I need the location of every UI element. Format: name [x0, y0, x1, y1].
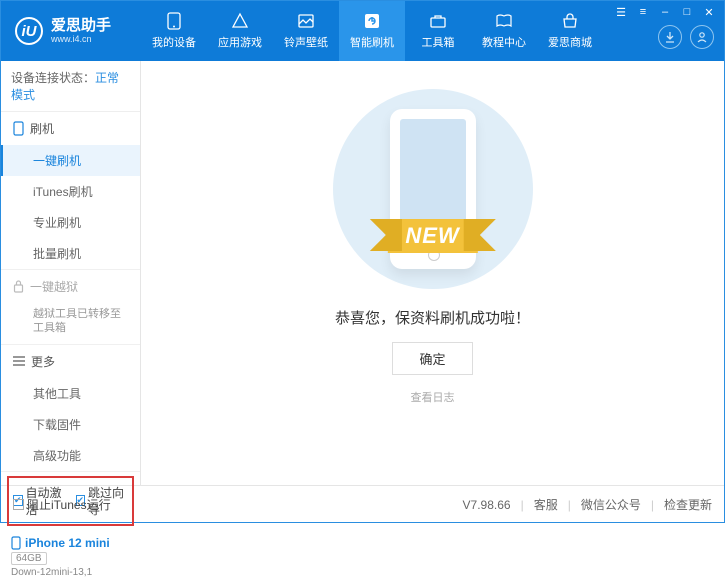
- brand-url: www.i4.cn: [51, 34, 111, 44]
- download-button[interactable]: [658, 25, 682, 49]
- apps-icon: [230, 12, 250, 30]
- nav-label: 爱思商城: [548, 34, 592, 50]
- nav-ringtone-wallpaper[interactable]: 铃声壁纸: [273, 1, 339, 61]
- account-button[interactable]: [690, 25, 714, 49]
- device-model: Down-12mini-13,1: [11, 567, 130, 578]
- wechat-link[interactable]: 微信公众号: [581, 496, 641, 513]
- connection-status: 设备连接状态：正常模式: [1, 61, 140, 112]
- settings-icon[interactable]: ≡: [634, 5, 652, 19]
- store-icon: [560, 12, 580, 30]
- nav-label: 智能刷机: [350, 34, 394, 50]
- minimize-button[interactable]: –: [656, 5, 674, 19]
- titlebar: iU 爱思助手 www.i4.cn 我的设备 应用游戏 铃声壁纸 智能刷机 工具…: [1, 1, 724, 61]
- nav-tutorials[interactable]: 教程中心: [471, 1, 537, 61]
- group-title: 更多: [31, 353, 55, 370]
- device-panel[interactable]: iPhone 12 mini 64GB Down-12mini-13,1: [1, 530, 140, 584]
- wallpaper-icon: [296, 12, 316, 30]
- ok-button[interactable]: 确定: [392, 342, 472, 375]
- sidebar-group-jailbreak: 一键越狱: [1, 270, 140, 303]
- sidebar: 设备连接状态：正常模式 刷机 一键刷机 iTunes刷机 专业刷机 批量刷机 一…: [1, 61, 141, 485]
- device-name: iPhone 12 mini: [25, 536, 110, 550]
- flash-icon: [362, 12, 382, 30]
- nav-store[interactable]: 爱思商城: [537, 1, 603, 61]
- support-link[interactable]: 客服: [534, 496, 558, 513]
- brand: iU 爱思助手 www.i4.cn: [1, 17, 141, 45]
- menu-icon[interactable]: ☰: [612, 5, 630, 19]
- version-label: V7.98.66: [463, 498, 511, 512]
- close-button[interactable]: ✕: [700, 5, 718, 19]
- book-icon: [494, 12, 514, 30]
- sidebar-item-advanced[interactable]: 高级功能: [1, 440, 140, 471]
- group-title: 刷机: [30, 120, 54, 137]
- sidebar-item-download-firmware[interactable]: 下载固件: [1, 409, 140, 440]
- list-icon: [13, 356, 25, 367]
- view-log-link[interactable]: 查看日志: [411, 389, 455, 405]
- sidebar-item-other-tools[interactable]: 其他工具: [1, 378, 140, 409]
- nav-label: 铃声壁纸: [284, 34, 328, 50]
- sidebar-item-oneclick-flash[interactable]: 一键刷机: [1, 145, 140, 176]
- nav-toolbox[interactable]: 工具箱: [405, 1, 471, 61]
- group-title: 一键越狱: [30, 278, 78, 295]
- lock-icon: [13, 280, 24, 293]
- phone-icon: [164, 12, 184, 30]
- brand-title: 爱思助手: [51, 18, 111, 35]
- connection-label: 设备连接状态：: [11, 71, 95, 85]
- checkbox-block-itunes[interactable]: ✔阻止iTunes运行: [13, 496, 111, 513]
- phone-icon: [13, 121, 24, 136]
- nav-label: 我的设备: [152, 34, 196, 50]
- maximize-button[interactable]: □: [678, 5, 696, 19]
- jailbreak-note: 越狱工具已转移至工具箱: [1, 303, 140, 344]
- device-storage: 64GB: [11, 552, 47, 565]
- sidebar-group-flash[interactable]: 刷机: [1, 112, 140, 145]
- toolbox-icon: [428, 12, 448, 30]
- sidebar-group-more[interactable]: 更多: [1, 345, 140, 378]
- checkbox-label: 阻止iTunes运行: [27, 496, 111, 513]
- nav-smart-flash[interactable]: 智能刷机: [339, 1, 405, 61]
- phone-icon: [11, 536, 21, 550]
- main-content: NEW 恭喜您，保资料刷机成功啦！ 确定 查看日志: [141, 61, 724, 485]
- sidebar-item-itunes-flash[interactable]: iTunes刷机: [1, 176, 140, 207]
- nav-label: 应用游戏: [218, 34, 262, 50]
- nav-label: 工具箱: [422, 34, 455, 50]
- nav-apps-games[interactable]: 应用游戏: [207, 1, 273, 61]
- sidebar-item-pro-flash[interactable]: 专业刷机: [1, 207, 140, 238]
- window-controls: ☰ ≡ – □ ✕: [612, 5, 718, 19]
- success-message: 恭喜您，保资料刷机成功啦！: [335, 307, 530, 328]
- brand-logo-icon: iU: [15, 17, 43, 45]
- nav-label: 教程中心: [482, 34, 526, 50]
- new-ribbon: NEW: [387, 219, 477, 253]
- check-update-link[interactable]: 检查更新: [664, 496, 712, 513]
- success-illustration: NEW: [333, 89, 533, 289]
- nav-my-device[interactable]: 我的设备: [141, 1, 207, 61]
- sidebar-item-batch-flash[interactable]: 批量刷机: [1, 238, 140, 269]
